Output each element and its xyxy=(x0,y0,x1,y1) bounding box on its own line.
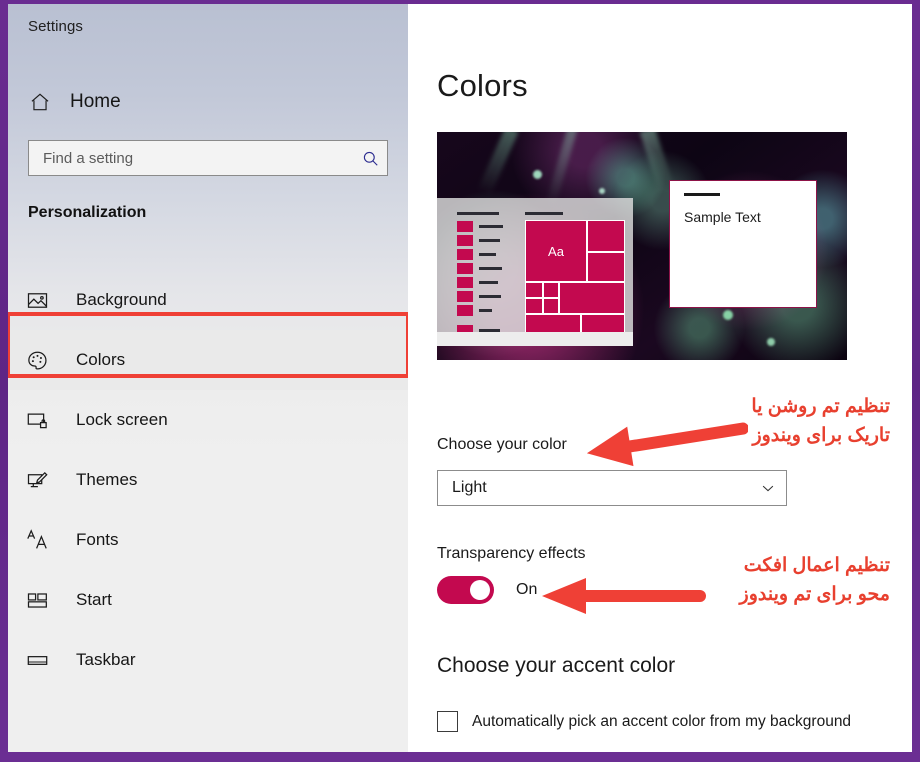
app-square xyxy=(457,221,473,232)
taskbar-preview xyxy=(437,332,633,346)
app-square xyxy=(457,277,473,288)
wallpaper-spark xyxy=(723,310,733,320)
app-square xyxy=(457,291,473,302)
auto-accent-label: Automatically pick an accent color from … xyxy=(472,712,852,730)
app-label-bar xyxy=(479,253,496,256)
start-menu-preview: Aa xyxy=(437,198,633,346)
sidebar-item-start[interactable]: Start xyxy=(8,570,408,630)
wallpaper-spark xyxy=(533,170,542,179)
search-box[interactable] xyxy=(28,140,388,176)
app-label-bar xyxy=(479,267,502,270)
tile-small xyxy=(543,298,559,314)
sidebar-item-home-label: Home xyxy=(70,91,121,112)
sidebar: Settings Home Find a setting Personaliza… xyxy=(8,4,410,752)
accent-color-heading: Choose your accent color xyxy=(437,654,676,677)
tile-small xyxy=(525,298,543,314)
sidebar-item-start-label: Start xyxy=(76,590,112,609)
transparency-label: Transparency effects xyxy=(437,545,586,562)
annotation-choose-color: تنظیم تم روشن یا تاریک برای ویندوز xyxy=(751,392,890,451)
transparency-toggle[interactable] xyxy=(437,576,494,604)
list-header-bar xyxy=(457,212,499,215)
annotation-line-2: محو برای تم ویندوز xyxy=(739,584,890,606)
app-square xyxy=(457,263,473,274)
start-menu-tiles: Aa xyxy=(525,212,625,338)
home-icon xyxy=(22,91,58,113)
tiles-group-bar xyxy=(525,212,563,215)
sidebar-item-fonts[interactable]: Fonts xyxy=(8,510,408,570)
sample-text-label: Sample Text xyxy=(684,209,761,225)
palette-icon xyxy=(26,345,60,375)
tile-large: Aa xyxy=(525,220,587,282)
sidebar-item-themes-label: Themes xyxy=(76,470,138,489)
sidebar-item-home[interactable]: Home xyxy=(22,82,394,122)
tile-medium xyxy=(587,252,625,282)
toggle-knob xyxy=(470,580,490,600)
sidebar-item-themes[interactable]: Themes xyxy=(8,450,408,510)
tile-medium xyxy=(587,220,625,252)
theme-preview: Aa Sample Text xyxy=(437,132,847,360)
tile-small xyxy=(525,282,543,298)
app-label-bar xyxy=(479,225,503,228)
choose-color-label: Choose your color xyxy=(437,436,567,453)
start-menu-app-list xyxy=(447,212,503,338)
monitor-brush-icon xyxy=(26,465,60,495)
search-icon[interactable] xyxy=(353,149,387,168)
app-label-bar xyxy=(479,295,501,298)
chevron-down-icon[interactable] xyxy=(750,479,786,497)
main-content: Colors Aa Sample Text Choose your color … xyxy=(408,4,912,752)
wallpaper-spark xyxy=(767,338,775,346)
sidebar-item-taskbar[interactable]: Taskbar xyxy=(8,630,408,690)
auto-accent-row[interactable]: Automatically pick an accent color from … xyxy=(437,711,851,732)
transparency-toggle-row[interactable]: On xyxy=(437,576,537,604)
tile-wide xyxy=(559,282,625,314)
sidebar-item-background-label: Background xyxy=(76,290,167,309)
app-title: Settings xyxy=(28,18,83,35)
app-label-bar xyxy=(479,309,492,312)
app-label-bar xyxy=(479,281,498,284)
start-tiles-icon xyxy=(26,585,60,615)
sidebar-nav: Background Colors Lock screen Themes Fon… xyxy=(8,270,408,690)
annotation-transparency: تنظیم اعمال افکت محو برای تم ویندوز xyxy=(740,551,890,610)
sidebar-item-lock-screen[interactable]: Lock screen xyxy=(8,390,408,450)
sidebar-item-taskbar-label: Taskbar xyxy=(76,650,136,669)
sidebar-item-fonts-label: Fonts xyxy=(76,530,119,549)
sample-text-window: Sample Text xyxy=(669,180,817,308)
purple-frame: Settings Home Find a setting Personaliza… xyxy=(0,0,920,762)
sidebar-item-colors-label: Colors xyxy=(76,350,126,369)
annotation-line-2: تاریک برای ویندوز xyxy=(752,425,890,447)
annotation-line-1: تنظیم تم روشن یا xyxy=(751,396,890,417)
auto-accent-checkbox[interactable] xyxy=(437,711,458,732)
app-square xyxy=(457,249,473,260)
sample-window-title-bar xyxy=(684,193,720,196)
app-square xyxy=(457,235,473,246)
search-input[interactable] xyxy=(29,149,353,167)
picture-icon xyxy=(26,285,60,315)
left-arrow-icon xyxy=(586,422,748,467)
annotation-line-1: تنظیم اعمال افکت xyxy=(743,555,890,576)
app-square xyxy=(457,305,473,316)
sidebar-item-colors[interactable]: Colors xyxy=(8,330,408,390)
sidebar-item-lock-screen-label: Lock screen xyxy=(76,410,168,429)
wallpaper-spark xyxy=(599,188,605,194)
font-size-icon xyxy=(26,525,60,555)
taskbar-icon xyxy=(26,645,60,675)
choose-color-dropdown[interactable]: Light xyxy=(437,470,787,506)
monitor-lock-icon xyxy=(26,405,60,435)
sidebar-section-header: Personalization xyxy=(28,204,147,221)
choose-color-value: Light xyxy=(452,479,487,496)
left-arrow-icon xyxy=(542,578,706,614)
settings-window: Settings Home Find a setting Personaliza… xyxy=(8,4,912,752)
page-title: Colors xyxy=(437,68,528,103)
sidebar-item-background[interactable]: Background xyxy=(8,270,408,330)
app-label-bar xyxy=(479,239,500,242)
tile-small xyxy=(543,282,559,298)
